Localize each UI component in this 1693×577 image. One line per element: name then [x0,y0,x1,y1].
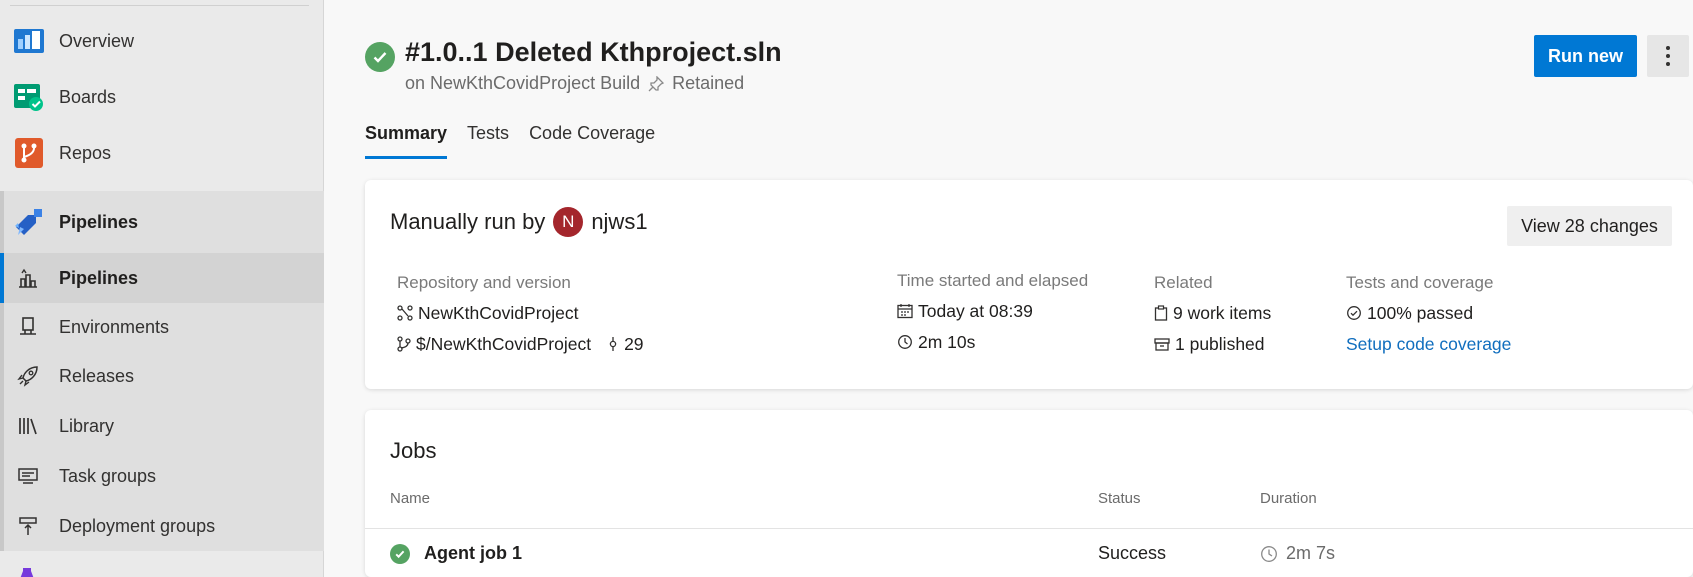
sidebar-item-label: Task groups [59,465,157,486]
time-column: Time started and elapsed Today at 08:39 … [897,271,1088,353]
jobs-card: Jobs Name Status Duration Agent job 1 Su… [365,410,1693,577]
sidebar-item-label: Deployment groups [59,515,216,536]
pipeline-name[interactable]: on NewKthCovidProject Build [405,73,640,94]
related-heading: Related [1154,273,1213,292]
sidebar: Overview Boards Repos Pipelines Pipeline… [0,0,324,577]
artifact-icon [1154,338,1170,351]
sidebar-item-boards[interactable]: Boards [0,72,324,122]
sidebar-item-deployment-groups[interactable]: Deployment groups [0,501,324,551]
sidebar-item-pipelines-sub[interactable]: Pipelines [0,253,324,303]
more-vertical-icon [1666,46,1670,66]
related-column: Related 9 work items 1 published [1154,273,1271,355]
boards-icon [13,81,45,113]
environments-icon [15,314,41,340]
task-groups-icon [15,463,41,489]
commit-icon [609,337,617,351]
sidebar-divider [10,5,309,6]
manual-run-info: Manually run by N njws1 [390,207,648,237]
view-changes-button[interactable]: View 28 changes [1507,206,1672,246]
job-status: Success [1098,543,1167,563]
repos-icon [13,137,45,169]
repository-column: Repository and version NewKthCovidProjec… [397,273,644,355]
branch-icon [397,336,411,352]
job-name-cell: Agent job 1 [390,543,522,564]
sidebar-item-label: Releases [59,365,135,386]
sidebar-item-library[interactable]: Library [0,401,324,451]
tab-code-coverage[interactable]: Code Coverage [529,120,655,159]
tests-passed-row[interactable]: 100% passed [1346,302,1511,324]
repository-row[interactable]: NewKthCovidProject [397,302,644,324]
user-name[interactable]: njws1 [591,209,647,235]
job-duration-cell: 2m 7s [1260,543,1335,564]
manually-run-label: Manually run by [390,209,546,234]
repository-heading: Repository and version [397,273,571,292]
sidebar-item-label: Boards [59,86,117,107]
jobs-title: Jobs [390,438,437,463]
changeset-number: 29 [624,333,644,354]
pipelines-icon [13,206,45,238]
job-duration: 2m 7s [1286,543,1336,563]
started-row: Today at 08:39 [897,300,1088,322]
published-row[interactable]: 1 published [1154,333,1271,355]
run-new-button[interactable]: Run new [1534,35,1637,77]
job-name: Agent job 1 [424,543,522,563]
overview-icon [13,25,45,57]
sidebar-item-label: Repos [59,142,112,163]
branch-path: $/NewKthCovidProject [416,333,592,354]
pin-icon [648,75,665,91]
run-subtitle: on NewKthCovidProject Build Retained [405,73,744,94]
run-summary-card: Manually run by N njws1 View 28 changes … [365,180,1693,389]
success-icon [390,543,410,564]
tests-heading: Tests and coverage [1346,273,1494,292]
avatar[interactable]: N [553,207,584,237]
column-header-duration: Duration [1260,490,1317,507]
started-time: Today at 08:39 [918,300,1033,321]
main-content: #1.0..1 Deleted Kthproject.sln on NewKth… [325,0,1693,577]
page-title: #1.0..1 Deleted Kthproject.sln [405,37,782,67]
work-items-row[interactable]: 9 work items [1154,302,1271,324]
tab-bar: Summary Tests Code Coverage [365,120,675,159]
sidebar-item-label: Pipelines [59,211,139,232]
sidebar-item-label: Library [59,415,115,436]
tab-tests[interactable]: Tests [467,120,509,159]
work-items-count: 9 work items [1173,302,1272,323]
sidebar-item-label: Overview [59,30,135,51]
clock-icon [898,335,912,349]
calendar-icon [897,304,913,319]
tests-passed: 100% passed [1367,302,1474,323]
published-count: 1 published [1175,333,1265,354]
library-icon [15,413,41,439]
test-plans-icon[interactable] [20,566,34,577]
success-status-icon [365,42,395,72]
time-heading: Time started and elapsed [897,271,1089,290]
elapsed-time: 2m 10s [918,331,976,352]
setup-code-coverage-link[interactable]: Setup code coverage [1346,333,1511,355]
clipboard-icon [1154,305,1168,321]
sidebar-item-label: Pipelines [59,267,139,288]
column-header-name: Name [390,490,431,507]
retained-label: Retained [672,73,745,93]
check-circle-icon [1347,306,1361,320]
sidebar-item-overview[interactable]: Overview [0,16,324,66]
sidebar-item-repos[interactable]: Repos [0,128,324,178]
sidebar-item-environments[interactable]: Environments [0,302,324,352]
repo-icon [397,305,413,321]
more-actions-button[interactable] [1647,35,1689,77]
tab-summary[interactable]: Summary [365,120,448,159]
tests-column: Tests and coverage 100% passed Setup cod… [1346,273,1511,355]
pipelines-sub-icon [15,265,41,291]
sidebar-item-pipelines[interactable]: Pipelines [4,197,324,247]
rocket-icon [15,363,41,389]
branch-row[interactable]: $/NewKthCovidProject 29 [397,333,644,355]
table-divider [365,528,1693,529]
clock-icon [1261,545,1277,562]
deployment-groups-icon [15,513,41,539]
sidebar-item-label: Environments [59,316,170,337]
column-header-status: Status [1098,490,1141,507]
elapsed-row: 2m 10s [897,331,1088,353]
repository-name: NewKthCovidProject [418,302,579,323]
sidebar-item-task-groups[interactable]: Task groups [0,451,324,501]
sidebar-item-releases[interactable]: Releases [0,351,324,401]
